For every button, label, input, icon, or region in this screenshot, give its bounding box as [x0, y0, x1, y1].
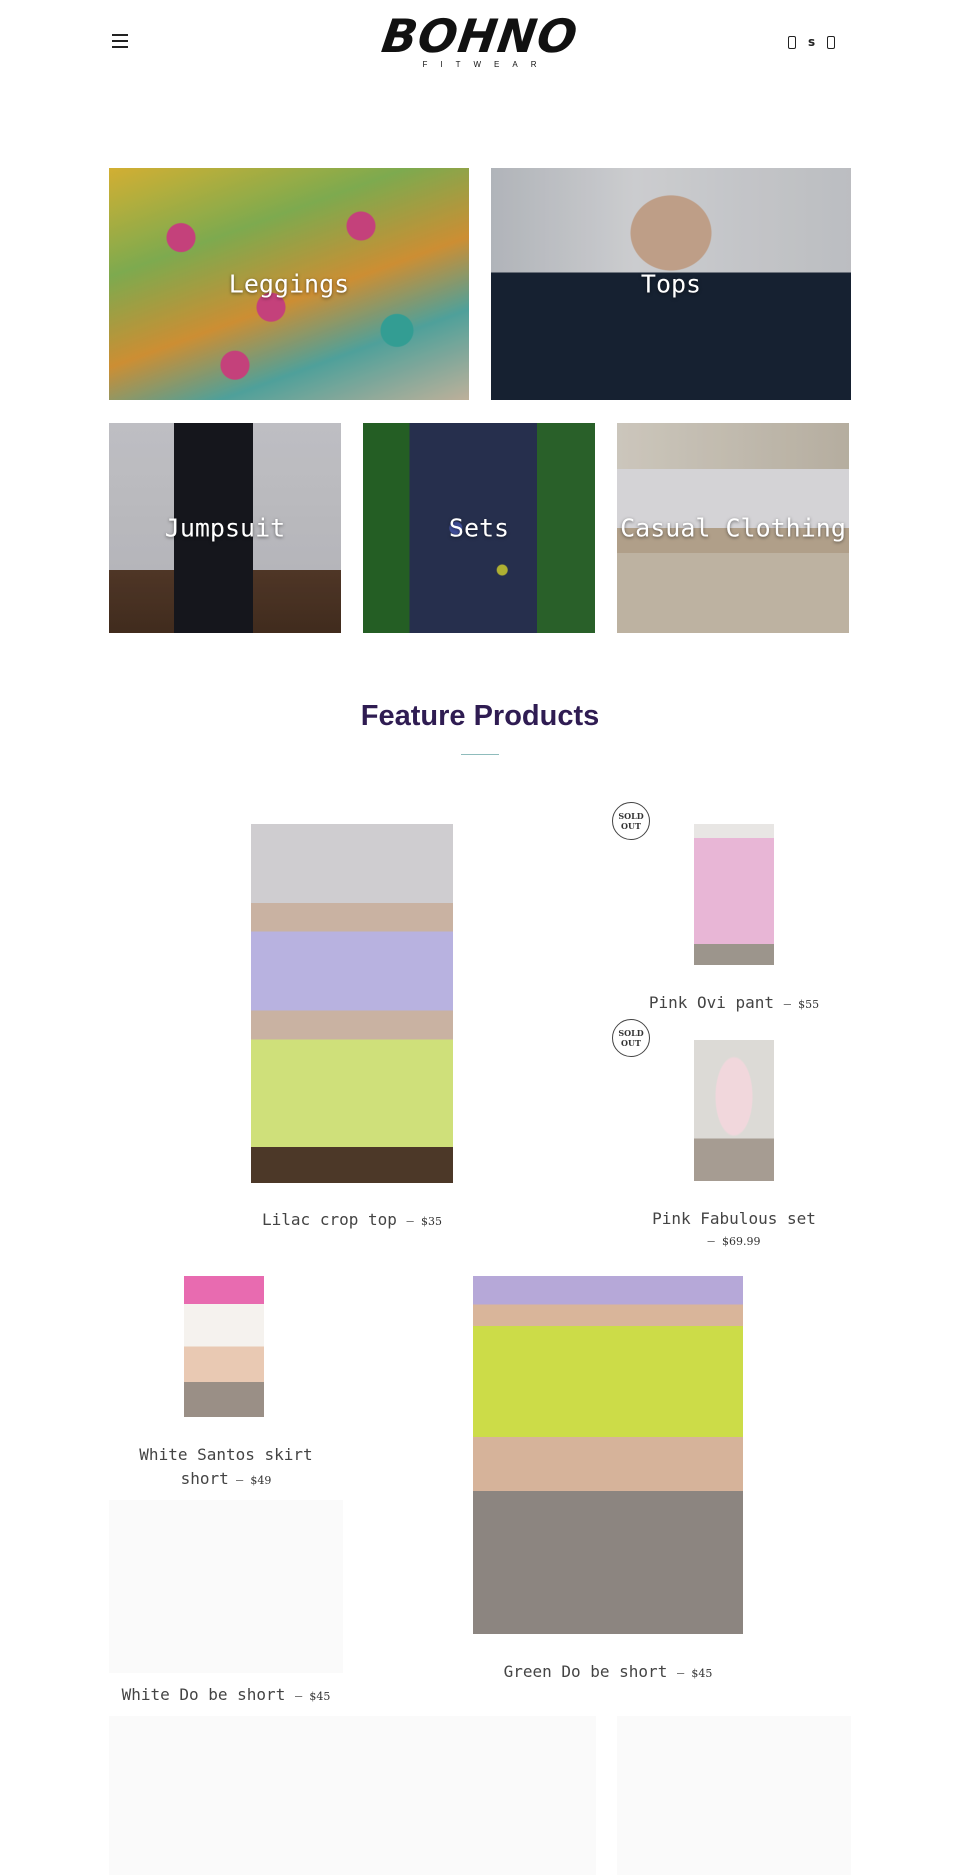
- product-title[interactable]: White Do be short — $45: [100, 1683, 352, 1709]
- product-price: $45: [309, 1690, 331, 1703]
- product-price: $45: [691, 1667, 713, 1680]
- product-price: $69.99: [721, 1235, 761, 1248]
- product-title[interactable]: Pink Ovi pant — $55: [617, 991, 851, 1017]
- category-tile-casual-clothing[interactable]: Casual Clothing: [617, 423, 849, 633]
- product-title[interactable]: Pink Fabulous set — $69.99: [617, 1207, 851, 1251]
- product-image-pink-fabulous-set[interactable]: [694, 1040, 774, 1181]
- product-name: Pink Fabulous set: [652, 1209, 816, 1228]
- category-tile-leggings[interactable]: Leggings: [109, 168, 469, 400]
- account-icon[interactable]: [788, 35, 796, 49]
- logo-text: BOHNO: [378, 9, 582, 63]
- category-tile-jumpsuit[interactable]: Jumpsuit: [109, 423, 341, 633]
- title-divider: [461, 754, 499, 755]
- product-title[interactable]: Green Do be short — $45: [430, 1660, 786, 1686]
- category-label: Jumpsuit: [164, 513, 286, 543]
- category-tile-tops[interactable]: Tops: [491, 168, 851, 400]
- product-title[interactable]: Lilac crop top — $35: [200, 1208, 504, 1234]
- product-price: $55: [798, 998, 820, 1011]
- category-label: Casual Clothing: [620, 513, 846, 543]
- menu-icon[interactable]: [112, 34, 128, 48]
- product-image-white-santos-skirt-short[interactable]: [184, 1276, 264, 1417]
- site-header: BOHNO FITWEAR s: [0, 0, 960, 90]
- product-title[interactable]: White Santos skirt short — $49: [109, 1443, 343, 1493]
- category-label: Leggings: [228, 269, 350, 299]
- product-price: $49: [250, 1474, 272, 1487]
- product-card[interactable]: Green Do be short — $45: [430, 1660, 786, 1686]
- sold-out-badge: SOLD OUT: [612, 1019, 650, 1057]
- product-card[interactable]: Pink Fabulous set — $69.99: [617, 1207, 851, 1251]
- product-name: Green Do be short: [503, 1662, 668, 1681]
- product-image-white-do-be-short[interactable]: [109, 1500, 343, 1673]
- category-label: Sets: [448, 513, 510, 543]
- cart-icon[interactable]: [827, 35, 836, 49]
- product-card[interactable]: White Santos skirt short — $49: [109, 1443, 343, 1493]
- sold-out-badge: SOLD OUT: [612, 802, 650, 840]
- product-name-cont: short: [180, 1469, 229, 1488]
- product-image-pink-ovi-pant[interactable]: [694, 824, 774, 965]
- product-image-placeholder[interactable]: [617, 1716, 851, 1875]
- product-card[interactable]: Pink Ovi pant — $55: [617, 991, 851, 1017]
- site-logo[interactable]: BOHNO FITWEAR: [379, 9, 582, 80]
- product-price: $35: [420, 1215, 442, 1228]
- product-name: White Do be short: [121, 1685, 286, 1704]
- product-card[interactable]: White Do be short — $45: [100, 1683, 352, 1709]
- product-image-placeholder[interactable]: [109, 1716, 596, 1875]
- product-name: White Santos skirt: [139, 1445, 313, 1464]
- product-image-lilac-crop-top[interactable]: [251, 824, 453, 1183]
- category-tile-sets[interactable]: Sets: [363, 423, 595, 633]
- section-title: Feature Products: [360, 700, 600, 732]
- category-label: Tops: [640, 269, 702, 299]
- product-card[interactable]: Lilac crop top — $35: [200, 1208, 504, 1234]
- header-icons: s: [788, 34, 836, 50]
- currency-selector[interactable]: s: [808, 35, 815, 49]
- product-name: Pink Ovi pant: [648, 993, 775, 1012]
- product-image-green-do-be-short[interactable]: [473, 1276, 743, 1634]
- product-name: Lilac crop top: [262, 1210, 397, 1229]
